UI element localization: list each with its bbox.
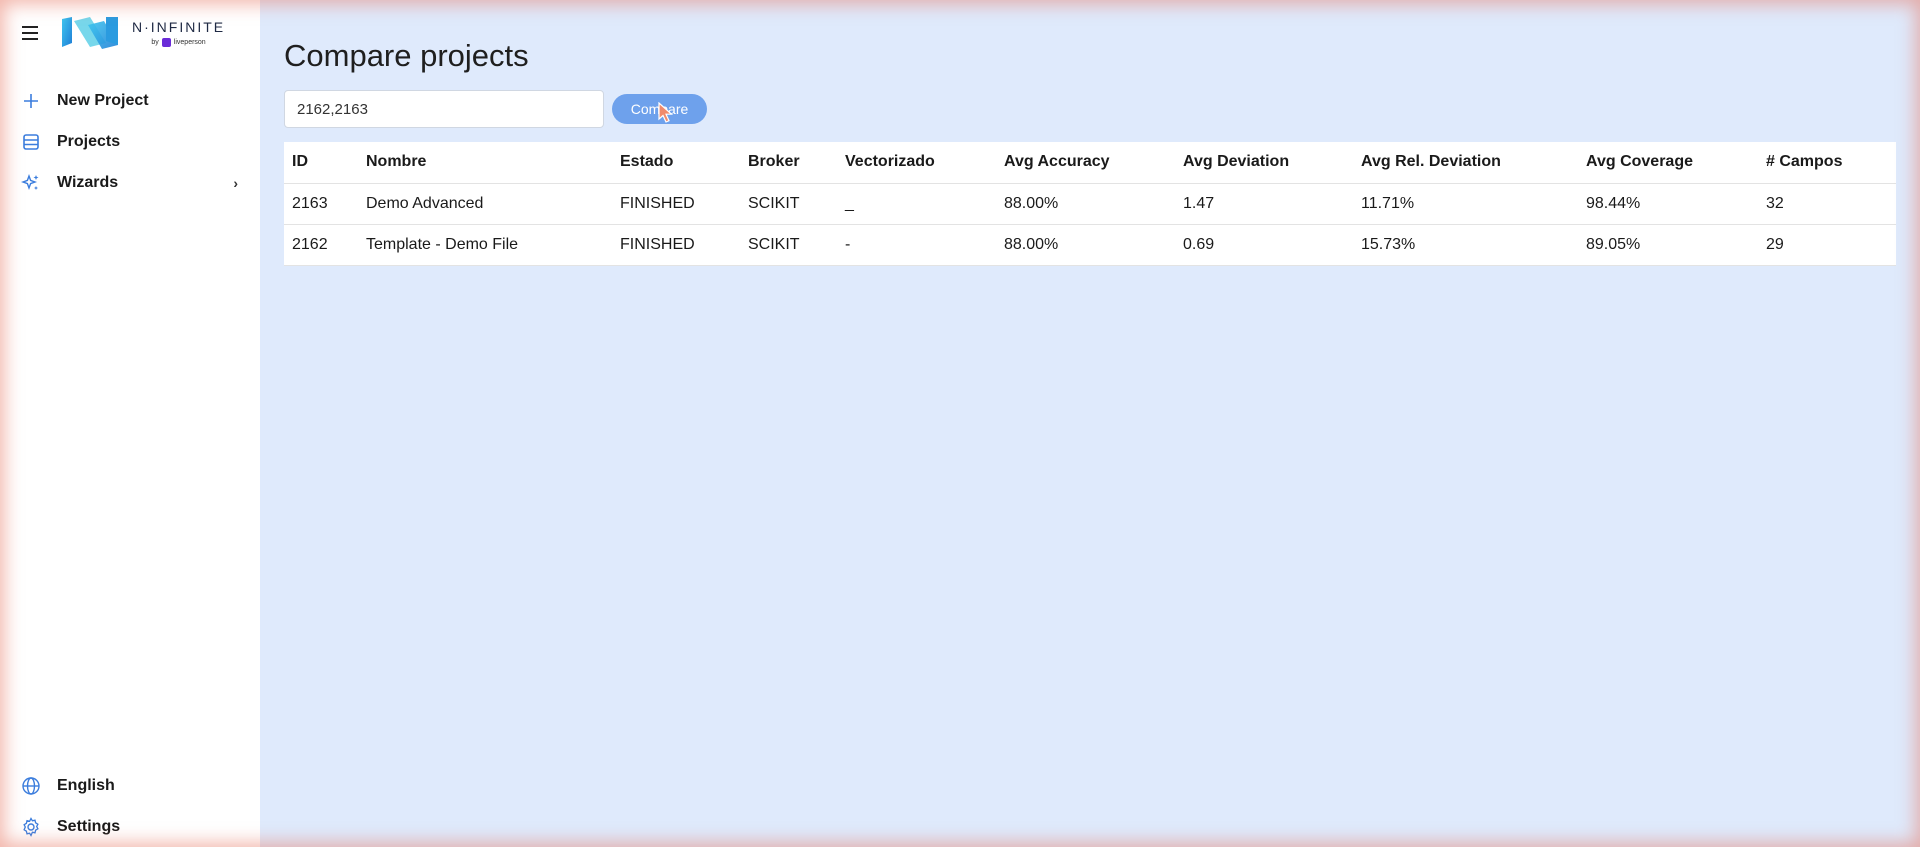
column-header-id[interactable]: ID [284,142,358,184]
table-row[interactable]: 2162 Template - Demo File FINISHED SCIKI… [284,224,1896,266]
column-header-campos[interactable]: # Campos [1758,142,1896,184]
sidebar-item-language[interactable]: English [0,765,260,806]
database-icon [20,131,42,153]
sidebar-item-label: Settings [57,817,121,835]
brand-name: N·INFINITE [132,19,226,35]
sparkles-icon [20,172,42,194]
menu-icon[interactable] [22,26,40,40]
cell-avg-rel-deviation: 11.71% [1353,183,1578,225]
compare-button-label: Compare [630,101,689,117]
comparison-table: ID Nombre Estado Broker Vectorizado Avg … [284,142,1896,266]
column-header-nombre[interactable]: Nombre [358,142,612,184]
chevron-right-icon: › [233,174,238,191]
column-header-vectorizado[interactable]: Vectorizado [837,142,996,184]
n-infinite-logo-icon [62,17,118,49]
cell-estado: FINISHED [612,183,740,225]
cell-avg-coverage: 98.44% [1578,183,1758,225]
gear-icon [20,816,42,838]
table-row[interactable]: 2163 Demo Advanced FINISHED SCIKIT _ 88.… [284,183,1896,225]
sidebar-bottom: English Settings [0,765,260,847]
compare-form: Compare [284,90,1920,128]
sidebar-item-wizards[interactable]: Wizards › [0,162,260,203]
brand-partner: liveperson [173,39,206,46]
cell-estado: FINISHED [612,224,740,266]
project-ids-input[interactable] [284,90,604,128]
globe-icon [20,775,42,797]
cell-avg-accuracy: 88.00% [996,224,1175,266]
plus-icon [20,90,42,112]
sidebar-item-projects[interactable]: Projects [0,121,260,162]
column-header-estado[interactable]: Estado [612,142,740,184]
logo[interactable]: N·INFINITE by liveperson [60,15,225,51]
cell-vectorizado: - [837,224,996,266]
column-header-broker[interactable]: Broker [740,142,837,184]
sidebar-header: N·INFINITE by liveperson [0,0,260,66]
sidebar-item-label: Wizards [57,173,119,191]
sidebar-item-label: New Project [57,91,149,109]
cell-id: 2163 [284,183,358,225]
cell-id: 2162 [284,224,358,266]
sidebar: N·INFINITE by liveperson New Project Pro… [0,0,260,847]
cell-avg-coverage: 89.05% [1578,224,1758,266]
cell-broker: SCIKIT [740,183,837,225]
cell-avg-deviation: 1.47 [1175,183,1353,225]
cell-nombre: Demo Advanced [358,183,612,225]
liveperson-icon [161,38,171,47]
table-header-row: ID Nombre Estado Broker Vectorizado Avg … [284,142,1896,184]
page-title: Compare projects [284,38,529,73]
cell-avg-deviation: 0.69 [1175,224,1353,266]
column-header-avg-coverage[interactable]: Avg Coverage [1578,142,1758,184]
cell-vectorizado: _ [837,183,996,225]
compare-button[interactable]: Compare [612,94,707,124]
cell-avg-accuracy: 88.00% [996,183,1175,225]
brand-by-line: by liveperson [151,38,206,47]
sidebar-item-label: Projects [57,132,121,150]
cell-campos: 29 [1758,224,1896,266]
main-content: Compare projects Compare ID Nombre Estad… [260,0,1920,847]
sidebar-item-new-project[interactable]: New Project [0,80,260,121]
column-header-avg-rel-deviation[interactable]: Avg Rel. Deviation [1353,142,1578,184]
sidebar-nav: New Project Projects Wizards › [0,80,260,203]
column-header-avg-deviation[interactable]: Avg Deviation [1175,142,1353,184]
cell-campos: 32 [1758,183,1896,225]
brand-by: by [151,39,159,46]
cell-nombre: Template - Demo File [358,224,612,266]
column-header-avg-accuracy[interactable]: Avg Accuracy [996,142,1175,184]
cell-broker: SCIKIT [740,224,837,266]
sidebar-item-label: English [57,776,115,794]
cell-avg-rel-deviation: 15.73% [1353,224,1578,266]
sidebar-item-settings[interactable]: Settings [0,806,260,847]
